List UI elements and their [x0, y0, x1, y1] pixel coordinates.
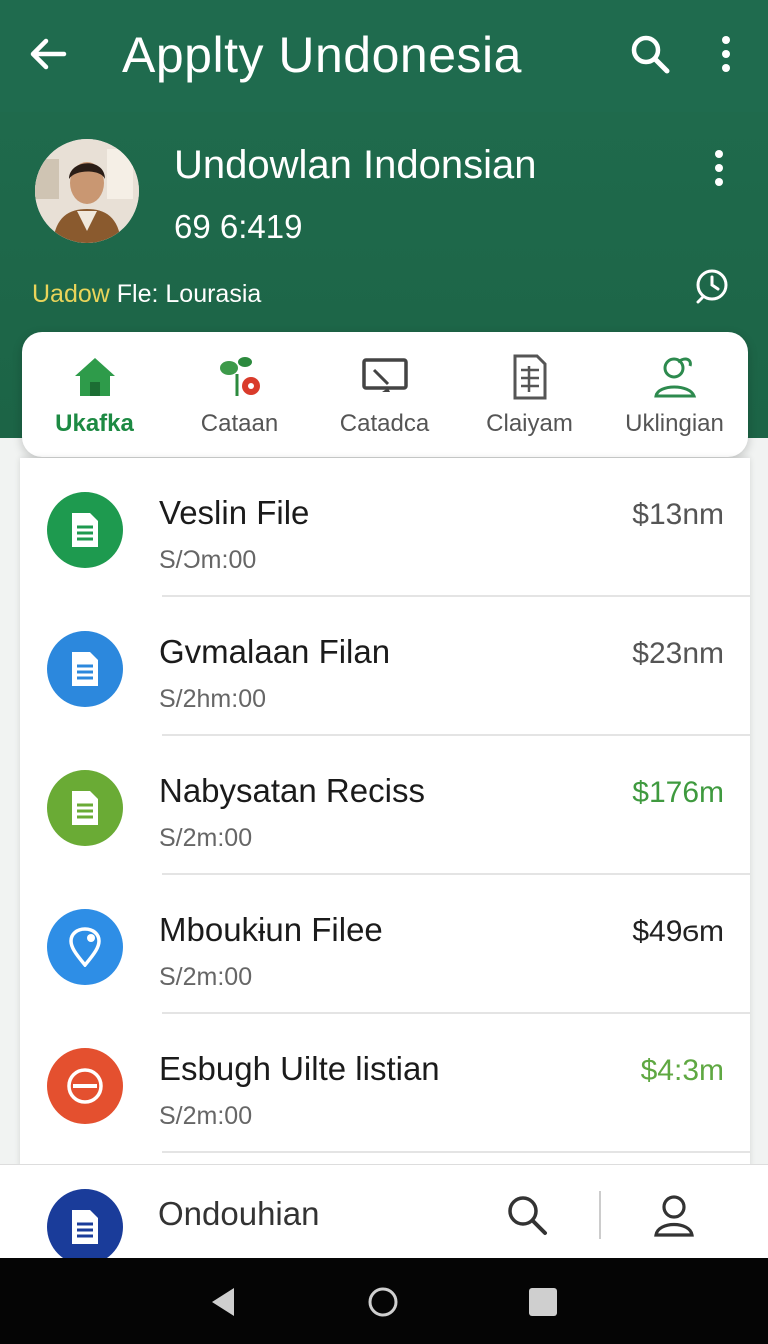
bottom-label[interactable]: Ondouhian	[158, 1195, 319, 1233]
file-amount: $4:3m	[640, 1054, 724, 1087]
cast-icon	[361, 358, 408, 392]
profile-subtitle: 69 6:419	[174, 208, 303, 245]
file-name: Mboukɨun Filee	[159, 911, 383, 948]
tab-label: Cataan	[200, 410, 279, 437]
document-icon	[72, 1210, 98, 1244]
list-item[interactable]: Mboukɨun Filee S/2m:00 $49ϭm	[20, 875, 750, 1014]
file-info: Uadow Fle: Lourasia	[32, 280, 261, 309]
file-avatar	[47, 909, 123, 985]
list-item[interactable]: Veslin File S/Ͻm:00 $13nm	[20, 458, 750, 597]
nav-back-icon[interactable]	[206, 1284, 242, 1320]
file-avatar	[47, 631, 123, 707]
alarm-icon[interactable]	[692, 264, 732, 304]
system-navigation-bar	[0, 1258, 768, 1344]
list-item[interactable]: Nabysatan Reciss S/2m:00 $176m	[20, 736, 750, 875]
profile-name: Undowlan Indonsian	[174, 143, 537, 187]
arrow-left-icon[interactable]	[26, 32, 70, 76]
tab-claiyam[interactable]: Claiyam	[457, 332, 602, 457]
file-avatar	[47, 492, 123, 568]
file-amount: $23nm	[632, 637, 724, 670]
divider	[599, 1191, 601, 1239]
user-icon[interactable]	[650, 1191, 698, 1239]
file-time: S/2hm:00	[159, 685, 267, 713]
file-amount: $13nm	[632, 498, 724, 531]
document-icon	[72, 791, 98, 825]
file-amount: $49ϭm	[632, 915, 724, 948]
file-name: Nabysatan Reciss	[159, 772, 425, 809]
home-icon	[74, 358, 115, 396]
warning-icon	[67, 1068, 103, 1104]
file-name: Esbugh Uilte listian	[159, 1050, 440, 1087]
tab-label: Claiyam	[486, 410, 573, 437]
tab-cataan[interactable]: Cataan	[167, 332, 312, 457]
document-grid-icon	[513, 354, 546, 400]
nav-home-icon[interactable]	[365, 1284, 401, 1320]
app-bar: Applty Undonesia	[0, 0, 768, 112]
file-name: Gvmalaan Filan	[159, 633, 391, 670]
file-time: S/2m:00	[159, 963, 253, 991]
location-pin-icon	[69, 927, 101, 967]
more-vertical-icon[interactable]	[710, 32, 742, 76]
tab-uklingian[interactable]: Uklingian	[602, 332, 747, 457]
file-info-highlight: Uadow	[32, 280, 110, 308]
list-item[interactable]: Gvmalaan Filan S/2hm:00 $23nm	[20, 597, 750, 736]
nav-recents-icon[interactable]	[525, 1284, 561, 1320]
search-icon[interactable]	[628, 32, 672, 76]
category-tabs: Ukafka Cataan Catadca Claiyam Uklingian	[22, 332, 748, 457]
avatar[interactable]	[35, 139, 139, 243]
plant-icon	[219, 357, 260, 396]
tab-catadca[interactable]: Catadca	[312, 332, 457, 457]
more-vertical-icon[interactable]	[705, 148, 733, 188]
list-item[interactable]: Esbugh Uilte listian S/2m:00 $4:3m	[20, 1014, 750, 1153]
tab-label: Uklingian	[625, 410, 724, 437]
divider	[162, 1151, 750, 1153]
tab-label: Ukafka	[55, 410, 134, 437]
file-name: Veslin File	[159, 494, 310, 531]
document-icon	[72, 652, 98, 686]
person-plant-icon	[653, 357, 696, 398]
file-time: S/Ͻm:00	[159, 546, 257, 574]
tab-ukafka[interactable]: Ukafka	[22, 332, 167, 457]
bottom-file-avatar[interactable]	[47, 1189, 123, 1265]
app-title: Applty Undonesia	[122, 27, 522, 83]
file-avatar	[47, 770, 123, 846]
search-icon[interactable]	[505, 1193, 549, 1237]
file-time: S/2m:00	[159, 824, 253, 852]
tab-label: Catadca	[339, 410, 430, 437]
file-time: S/2m:00	[159, 1102, 253, 1130]
file-list: Veslin File S/Ͻm:00 $13nm Gvmalaan Filan…	[20, 458, 750, 1168]
file-amount: $176m	[632, 776, 724, 809]
file-avatar	[47, 1048, 123, 1124]
document-icon	[72, 513, 98, 547]
file-info-text: Fle: Lourasia	[109, 280, 262, 308]
bottom-bar: Ondouhian	[0, 1164, 768, 1265]
